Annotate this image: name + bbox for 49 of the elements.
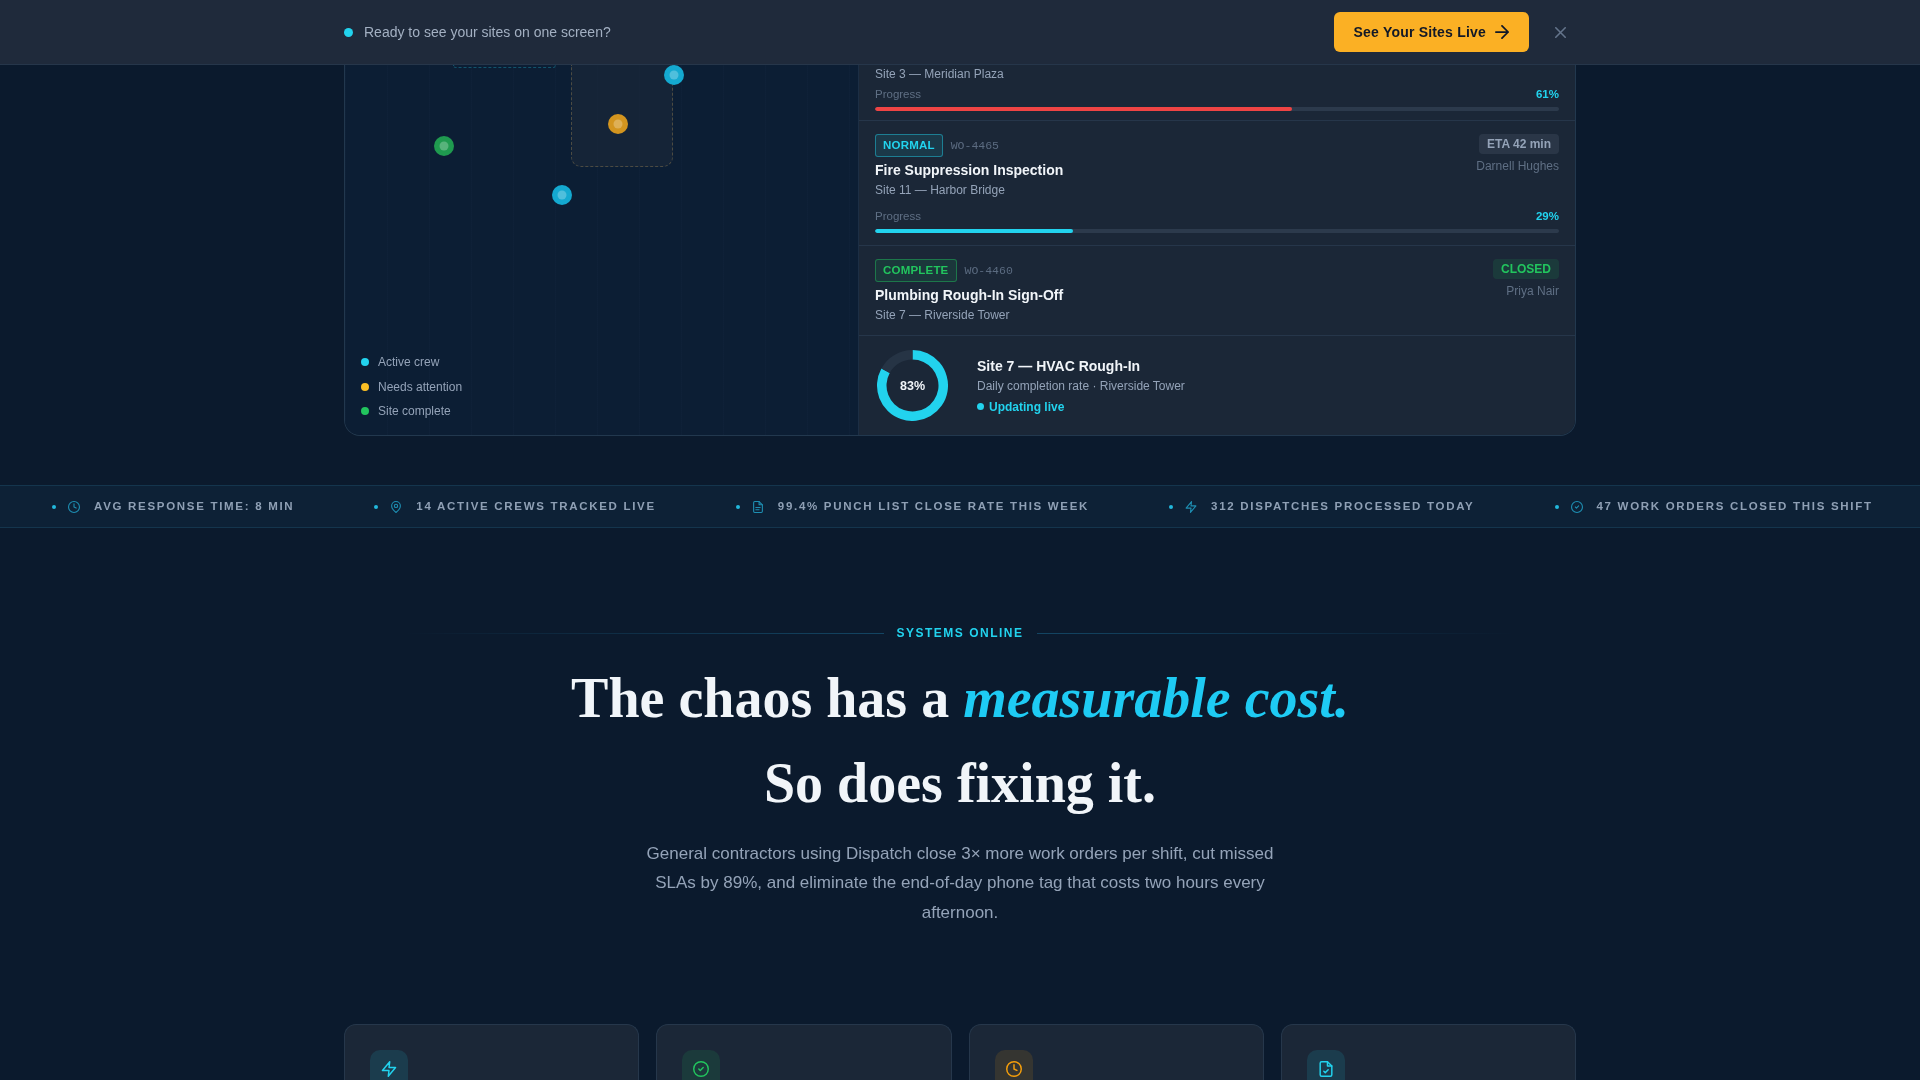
bullet-dot-icon [374, 504, 379, 509]
arrow-right-icon [1495, 25, 1509, 39]
site-name: Site 7 — Riverside Tower [875, 307, 1011, 323]
section-body: General contractors using Dispatch close 3× more work orders per shift, cut missed SLAs by 89%, and eliminate the end-of-day phone tag that costs two hours every afternoon. [645, 843, 1275, 924]
ticker-text: 47 WORK ORDERS CLOSED THIS SHIFT [1596, 498, 1873, 514]
section-eyebrow: SYSTEMS ONLINE [896, 625, 1024, 641]
progress-value: 61% [1535, 87, 1559, 101]
status-badge: CLOSED [1493, 259, 1559, 279]
progress-label: Progress [875, 209, 922, 223]
progress-value: 29% [1535, 209, 1559, 223]
clock-icon [68, 500, 80, 513]
progress-ring-chart [877, 350, 948, 421]
live-dot-icon [977, 403, 984, 410]
legend-label: Needs attention [378, 378, 463, 395]
document-icon [751, 500, 764, 513]
legend-label: Site complete [378, 403, 451, 419]
ticker-text: 99.4% PUNCH LIST CLOSE RATE THIS WEEK [777, 498, 1090, 514]
assignee-name: Darnell Hughes [1476, 158, 1559, 174]
status-dot-icon [344, 27, 353, 37]
assignee-name: Priya Nair [1506, 283, 1559, 299]
map-pin-icon [390, 500, 403, 513]
progress-ring-value: 83% [900, 377, 925, 395]
work-order-title: Fire Suppression Inspection [875, 161, 1064, 179]
work-order-id: WO-4460 [964, 262, 1013, 279]
check-circle-icon [1570, 500, 1583, 513]
bullet-dot-icon [735, 504, 740, 509]
work-order-id: WO-4465 [950, 137, 999, 154]
work-order-title: Plumbing Rough-In Sign-Off [875, 286, 1064, 304]
bullet-dot-icon [1169, 504, 1174, 509]
lightning-icon [1185, 500, 1198, 513]
legend-label: Active crew [378, 354, 440, 370]
bullet-dot-icon [1554, 504, 1559, 509]
progress-label: Progress [875, 87, 922, 101]
section-heading: The chaos has a measurable cost. So does fixing it. [571, 666, 1349, 816]
priority-badge: COMPLETE [875, 259, 957, 282]
ticker-text: 14 ACTIVE CREWS TRACKED LIVE [416, 498, 656, 514]
live-status: Updating live [989, 398, 1065, 415]
ticker-text: AVG RESPONSE TIME: 8 MIN [94, 498, 295, 514]
banner-message: Ready to see your sites on one screen? [364, 22, 611, 42]
priority-badge: NORMAL [875, 134, 943, 157]
cta-button[interactable]: See Your Sites Live [1333, 12, 1529, 52]
site-name: Site 11 — Harbor Bridge [875, 182, 1006, 198]
site-name: Site 3 — Meridian Plaza [875, 66, 1005, 82]
summary-title: Site 7 — HVAC Rough-In [977, 356, 1142, 375]
status-badge: ETA 42 min [1479, 134, 1559, 154]
bullet-dot-icon [52, 504, 56, 509]
ticker-text: 312 DISPATCHES PROCESSED TODAY [1211, 498, 1475, 514]
summary-subtitle: Daily completion rate · Riverside Tower [977, 377, 1185, 394]
close-icon[interactable] [1555, 26, 1566, 38]
